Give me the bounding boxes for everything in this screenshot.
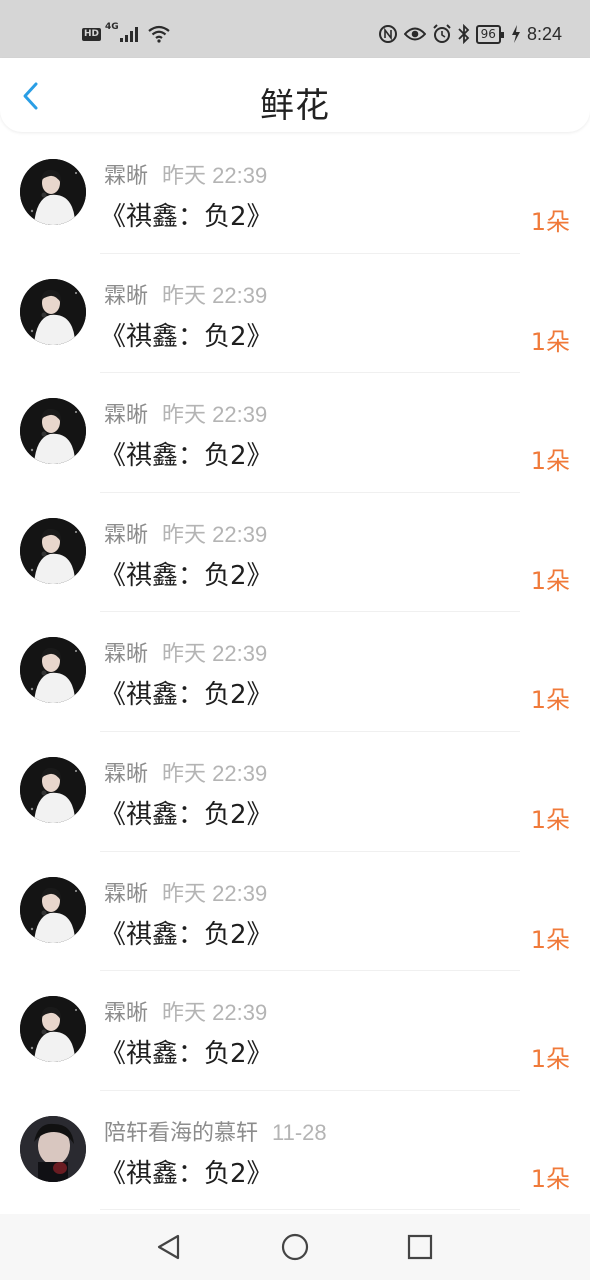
song-title: 《祺鑫：负2》 [100,560,273,591]
sender-line: 霖晰 昨天 22:39 [104,995,267,1027]
avatar[interactable] [20,278,86,345]
status-left: HD 4G [82,22,170,46]
sender-name[interactable]: 霖晰 [104,642,148,667]
battery-icon: 96 [475,24,505,44]
sent-time: 昨天 22:39 [162,521,268,547]
sent-time: 昨天 22:39 [162,402,268,428]
list-item[interactable]: 霖晰 昨天 22:39 《祺鑫：负2》 1朵 [0,732,590,852]
signal-icon [119,26,138,42]
system-nav-bar [0,1214,590,1280]
song-title: 《祺鑫：负2》 [100,799,273,830]
eye-icon [403,26,426,42]
avatar[interactable] [20,517,86,584]
sender-line: 霖晰 昨天 22:39 [104,158,267,190]
avatar[interactable] [20,996,86,1063]
sender-line: 霖晰 昨天 22:39 [104,636,267,668]
list-item[interactable]: 霖晰 昨天 22:39 《祺鑫：负2》 1朵 [0,612,590,732]
flower-count: 1朵 [530,1045,570,1074]
sender-name[interactable]: 霖晰 [104,1001,148,1026]
sent-time: 昨天 22:39 [162,1000,268,1026]
list-item[interactable]: 霖晰 昨天 22:39 《祺鑫：负2》 1朵 [0,254,590,374]
back-triangle-icon[interactable] [154,1232,184,1262]
sender-line: 霖晰 昨天 22:39 [104,397,267,429]
bluetooth-icon [458,24,470,44]
charging-icon [511,25,521,43]
recents-square-icon[interactable] [405,1232,435,1262]
nfc-icon [378,24,398,44]
sender-line: 霖晰 昨天 22:39 [104,278,267,310]
flower-count: 1朵 [530,686,570,715]
divider [100,1209,520,1211]
flower-count: 1朵 [530,925,570,954]
list-item[interactable]: 霖晰 昨天 22:39 《祺鑫：负2》 1朵 [0,134,590,254]
sender-line: 霖晰 昨天 22:39 [104,517,267,549]
sender-name[interactable]: 霖晰 [104,762,148,787]
avatar[interactable] [20,637,86,704]
flower-count: 1朵 [530,1164,570,1193]
song-title: 《祺鑫：负2》 [100,1158,273,1189]
list-item[interactable]: 霖晰 昨天 22:39 《祺鑫：负2》 1朵 [0,493,590,613]
list-item[interactable]: 霖晰 昨天 22:39 《祺鑫：负2》 1朵 [0,971,590,1091]
sent-time: 昨天 22:39 [162,163,268,188]
wifi-icon [147,25,170,43]
sender-name[interactable]: 霖晰 [104,523,148,548]
page-title: 鲜花 [260,86,330,126]
home-circle-icon[interactable] [280,1232,310,1262]
sender-line: 陪轩看海的慕轩 11-28 [104,1115,327,1147]
sent-time: 11-28 [272,1119,327,1145]
song-title: 《祺鑫：负2》 [100,919,273,950]
song-title: 《祺鑫：负2》 [100,321,273,352]
avatar[interactable] [20,1115,86,1182]
status-bar: HD 4G 96 8:24 [0,0,590,58]
list-item[interactable]: 霖晰 昨天 22:39 《祺鑫：负2》 1朵 [0,852,590,972]
list-item[interactable]: 陪轩看海的慕轩 11-28 《祺鑫：负2》 1朵 [0,1091,590,1211]
sender-name[interactable]: 霖晰 [104,284,148,309]
sender-line: 霖晰 昨天 22:39 [104,876,267,908]
sender-name[interactable]: 霖晰 [104,882,148,907]
hd-icon: HD [82,27,102,41]
song-title: 《祺鑫：负2》 [100,202,273,232]
header: 鲜花 [0,58,590,132]
flower-count: 1朵 [530,805,570,834]
alarm-icon [432,24,452,44]
song-title: 《祺鑫：负2》 [100,1039,273,1070]
status-right: 96 8:24 [378,21,562,47]
avatar[interactable] [20,159,86,225]
flower-count: 1朵 [530,327,570,356]
sender-name[interactable]: 陪轩看海的慕轩 [104,1121,258,1146]
clock: 8:24 [526,23,562,44]
song-title: 《祺鑫：负2》 [100,680,273,711]
flower-count: 1朵 [530,447,570,476]
avatar[interactable] [20,756,86,823]
sent-time: 昨天 22:39 [162,760,268,786]
sent-time: 昨天 22:39 [162,880,268,906]
sent-time: 昨天 22:39 [162,282,268,308]
song-title: 《祺鑫：负2》 [100,441,273,472]
avatar[interactable] [20,398,86,465]
sender-name[interactable]: 霖晰 [104,164,148,189]
flower-count: 1朵 [530,208,570,236]
list-item[interactable]: 霖晰 昨天 22:39 《祺鑫：负2》 1朵 [0,373,590,493]
network-type: 4G [105,22,119,32]
flower-list: 霖晰 昨天 22:39 《祺鑫：负2》 1朵 霖晰 昨天 22:39 《祺鑫：负2》… [0,134,590,1211]
sender-name[interactable]: 霖晰 [104,403,148,428]
flower-count: 1朵 [530,566,570,595]
sender-line: 霖晰 昨天 22:39 [104,756,267,788]
sent-time: 昨天 22:39 [162,641,268,667]
avatar[interactable] [20,876,86,943]
